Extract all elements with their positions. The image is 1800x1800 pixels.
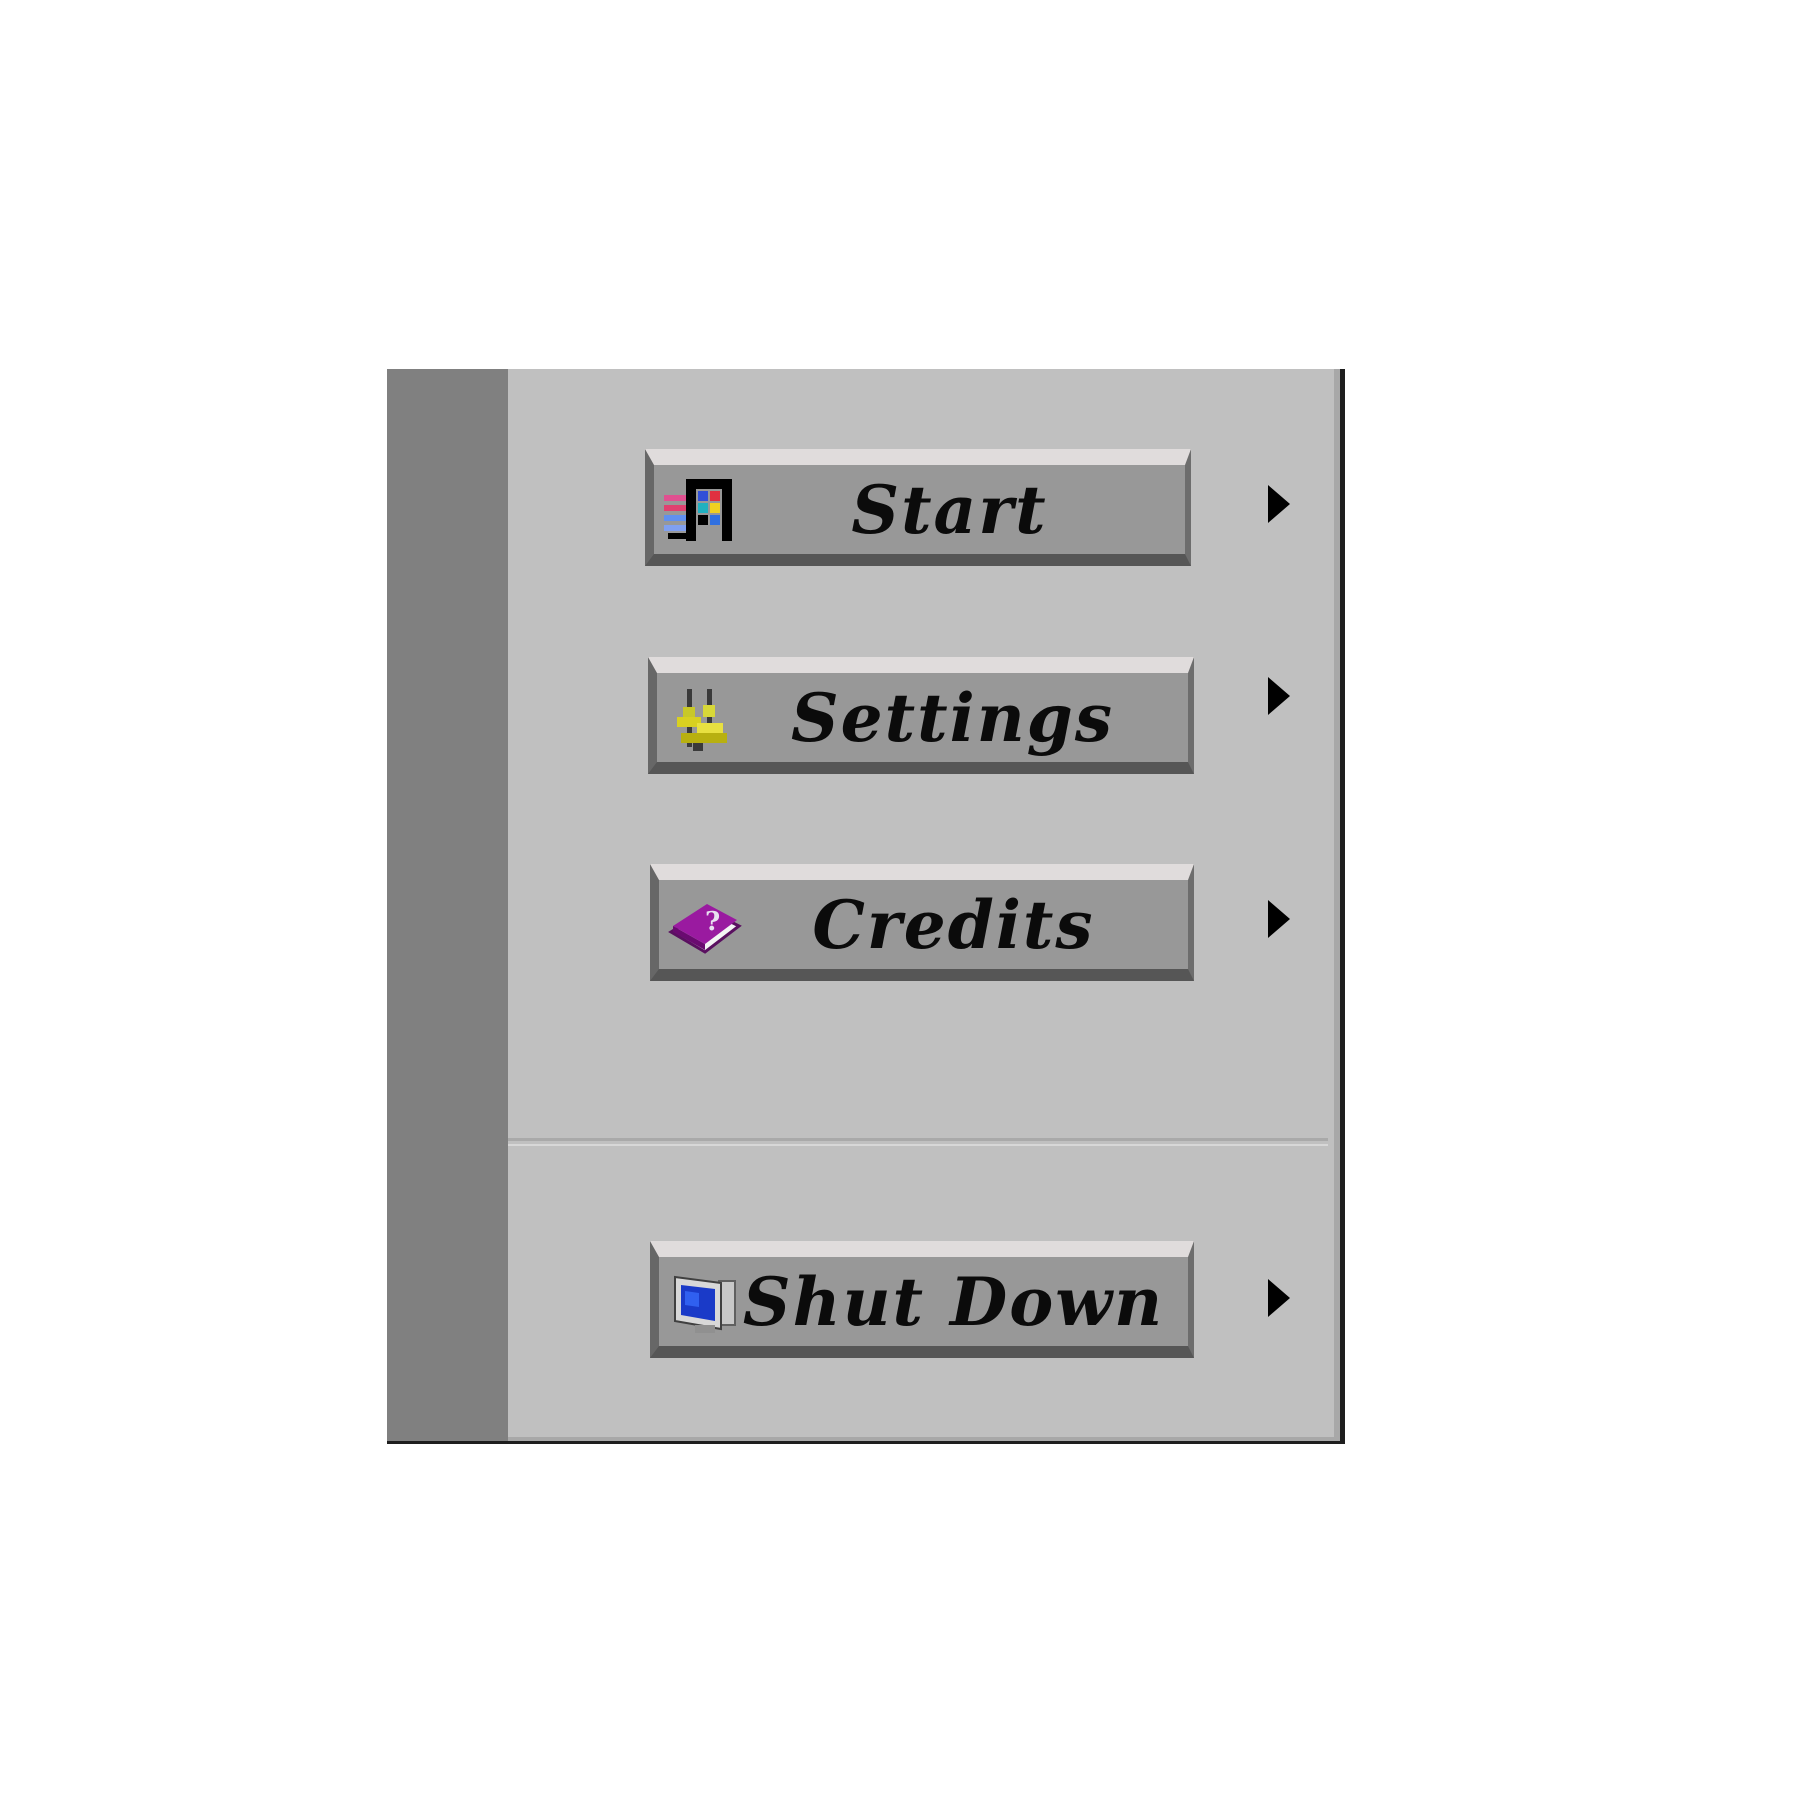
submenu-arrow-settings[interactable] <box>1268 677 1290 715</box>
menu-item-start[interactable]: Start <box>645 449 1191 566</box>
menu-item-shut-down[interactable]: Shut Down <box>650 1241 1194 1358</box>
submenu-arrow-credits[interactable] <box>1268 900 1290 938</box>
menu-separator <box>508 1138 1328 1146</box>
menu-item-credits[interactable]: ? Credits <box>650 864 1194 981</box>
menu-item-label: Start <box>851 470 1048 549</box>
submenu-arrow-shut-down[interactable] <box>1268 1279 1290 1317</box>
menu-item-label: Credits <box>812 885 1095 964</box>
menu-side-strip <box>387 369 508 1441</box>
menu-item-label: Settings <box>791 678 1114 757</box>
submenu-arrow-start[interactable] <box>1268 485 1290 523</box>
menu-item-settings[interactable]: Settings <box>648 657 1194 774</box>
menu-item-label: Shut Down <box>742 1262 1165 1341</box>
panel-inner-edge-bottom <box>508 1437 1334 1441</box>
panel-inner-edge <box>1334 369 1340 1441</box>
